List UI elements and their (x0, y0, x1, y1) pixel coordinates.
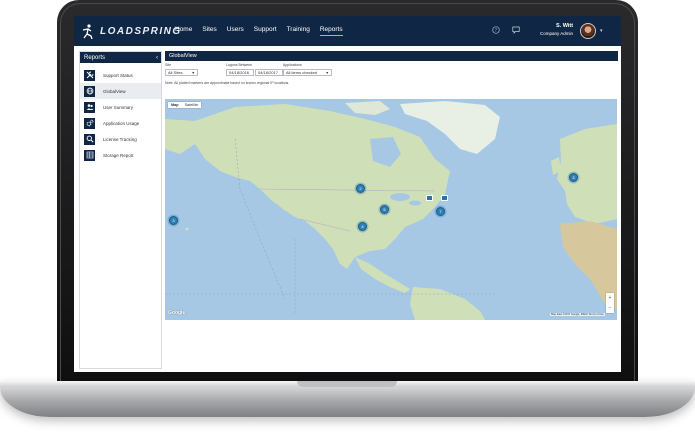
nav-home[interactable]: Home (175, 26, 192, 36)
laptop-hinge-notch (297, 381, 397, 387)
nav-users[interactable]: Users (227, 26, 244, 36)
users-icon (84, 101, 95, 113)
location-note: Note: All plotted markers are approximat… (165, 81, 290, 85)
map-cluster-marker[interactable]: 5 (380, 205, 389, 214)
sidebar-item-label: Application Usage (103, 120, 140, 126)
gears-icon (84, 117, 95, 129)
sidebar-item-label: GlobalView (103, 88, 126, 94)
panel-header: GlobalView (165, 51, 618, 61)
zoom-in-button[interactable]: + (606, 293, 614, 303)
main-menu: Home Sites Users Support Training Report… (175, 26, 343, 36)
applications-label: Applications (283, 63, 302, 67)
logons-label: Logons Between (226, 63, 253, 67)
sidebar-item-label: License Tracking (103, 136, 137, 142)
filter-bar: Site All Sites ▼ Logons Between 04/18/20… (165, 61, 618, 93)
map-cluster-marker[interactable]: 3 (169, 216, 178, 225)
date-from-value: 04/18/2016 (229, 70, 250, 75)
chart-icon (84, 149, 95, 161)
globe-icon (84, 85, 95, 97)
avatar[interactable] (580, 23, 596, 39)
applications-select-value: All items checked (286, 70, 318, 75)
tools-icon (84, 69, 95, 81)
brand-name: LOADSPRING (100, 25, 182, 37)
top-navbar: LOADSPRING Home Sites Users Support Trai… (74, 16, 621, 46)
sidebar-item-globalview[interactable]: GlobalView (80, 83, 161, 99)
nav-reports[interactable]: Reports (319, 26, 343, 36)
world-map[interactable]: Map Satellite 3 2 5 7 4 3 + − Google Map… (165, 99, 617, 320)
applications-select[interactable]: All items checked ▼ (283, 69, 332, 76)
date-from-field[interactable]: 04/18/2016 (226, 69, 254, 76)
chat-icon[interactable] (512, 26, 520, 34)
google-logo: Google (168, 310, 186, 316)
map-attribution[interactable]: Map data ©2017 Google, INEGI Terms of Us… (550, 313, 605, 316)
map-location-marker[interactable] (441, 195, 448, 201)
chevron-down-icon: ▼ (325, 70, 329, 75)
map-cluster-marker[interactable]: 7 (436, 207, 445, 216)
site-select-value: All Sites (168, 70, 183, 75)
sidebar-item-support-status[interactable]: Support Status (80, 67, 161, 83)
screen: LOADSPRING Home Sites Users Support Trai… (74, 16, 621, 372)
brand-logo[interactable]: LOADSPRING (80, 22, 182, 40)
site-select[interactable]: All Sites ▼ (165, 69, 198, 76)
runner-logo-icon (82, 24, 93, 39)
user-name: S. Witt (555, 23, 574, 29)
zoom-control: + − (606, 293, 614, 313)
help-icon[interactable]: ? (492, 26, 500, 34)
reports-sidebar: Reports ‹ Support Status GlobalView User… (79, 51, 162, 369)
sidebar-title: Reports (84, 54, 106, 61)
nav-training[interactable]: Training (287, 26, 310, 36)
map-cluster-marker[interactable]: 3 (569, 173, 578, 182)
map-type-toggle: Map Satellite (168, 102, 202, 108)
collapse-sidebar-icon[interactable]: ‹ (156, 55, 158, 61)
main-panel: GlobalView Site All Sites ▼ Logons Betwe… (165, 51, 618, 367)
chevron-down-icon: ▼ (191, 70, 195, 75)
date-to-field[interactable]: 04/18/2017 (255, 69, 283, 76)
user-info[interactable]: S. Witt Company Admin (540, 23, 573, 37)
tab-map[interactable]: Map (168, 102, 182, 108)
sidebar-item-user-summary[interactable]: User Summary (80, 99, 161, 115)
tab-satellite[interactable]: Satellite (182, 102, 202, 108)
map-cluster-marker[interactable]: 4 (358, 222, 367, 231)
sidebar-item-label: Support Status (103, 72, 133, 78)
sidebar-item-license-tracking[interactable]: License Tracking (80, 131, 161, 147)
zoom-out-button[interactable]: − (606, 303, 614, 313)
page-title: GlobalView (169, 53, 197, 59)
map-location-marker[interactable] (426, 195, 433, 201)
map-cluster-marker[interactable]: 2 (356, 184, 365, 193)
user-role: Company Admin (540, 31, 574, 36)
search-icon (84, 133, 95, 145)
sidebar-item-storage-report[interactable]: Storage Report (80, 147, 161, 163)
nav-sites[interactable]: Sites (202, 26, 216, 36)
map-land (165, 101, 617, 320)
date-to-value: 04/18/2017 (258, 70, 279, 75)
chevron-down-icon[interactable]: ▾ (600, 28, 603, 34)
site-label: Site (165, 63, 172, 67)
nav-support[interactable]: Support (254, 26, 277, 36)
sidebar-header: Reports ‹ (80, 52, 161, 63)
sidebar-item-label: Storage Report (103, 152, 134, 158)
sidebar-item-application-usage[interactable]: Application Usage (80, 115, 161, 131)
sidebar-item-label: User Summary (103, 104, 134, 110)
